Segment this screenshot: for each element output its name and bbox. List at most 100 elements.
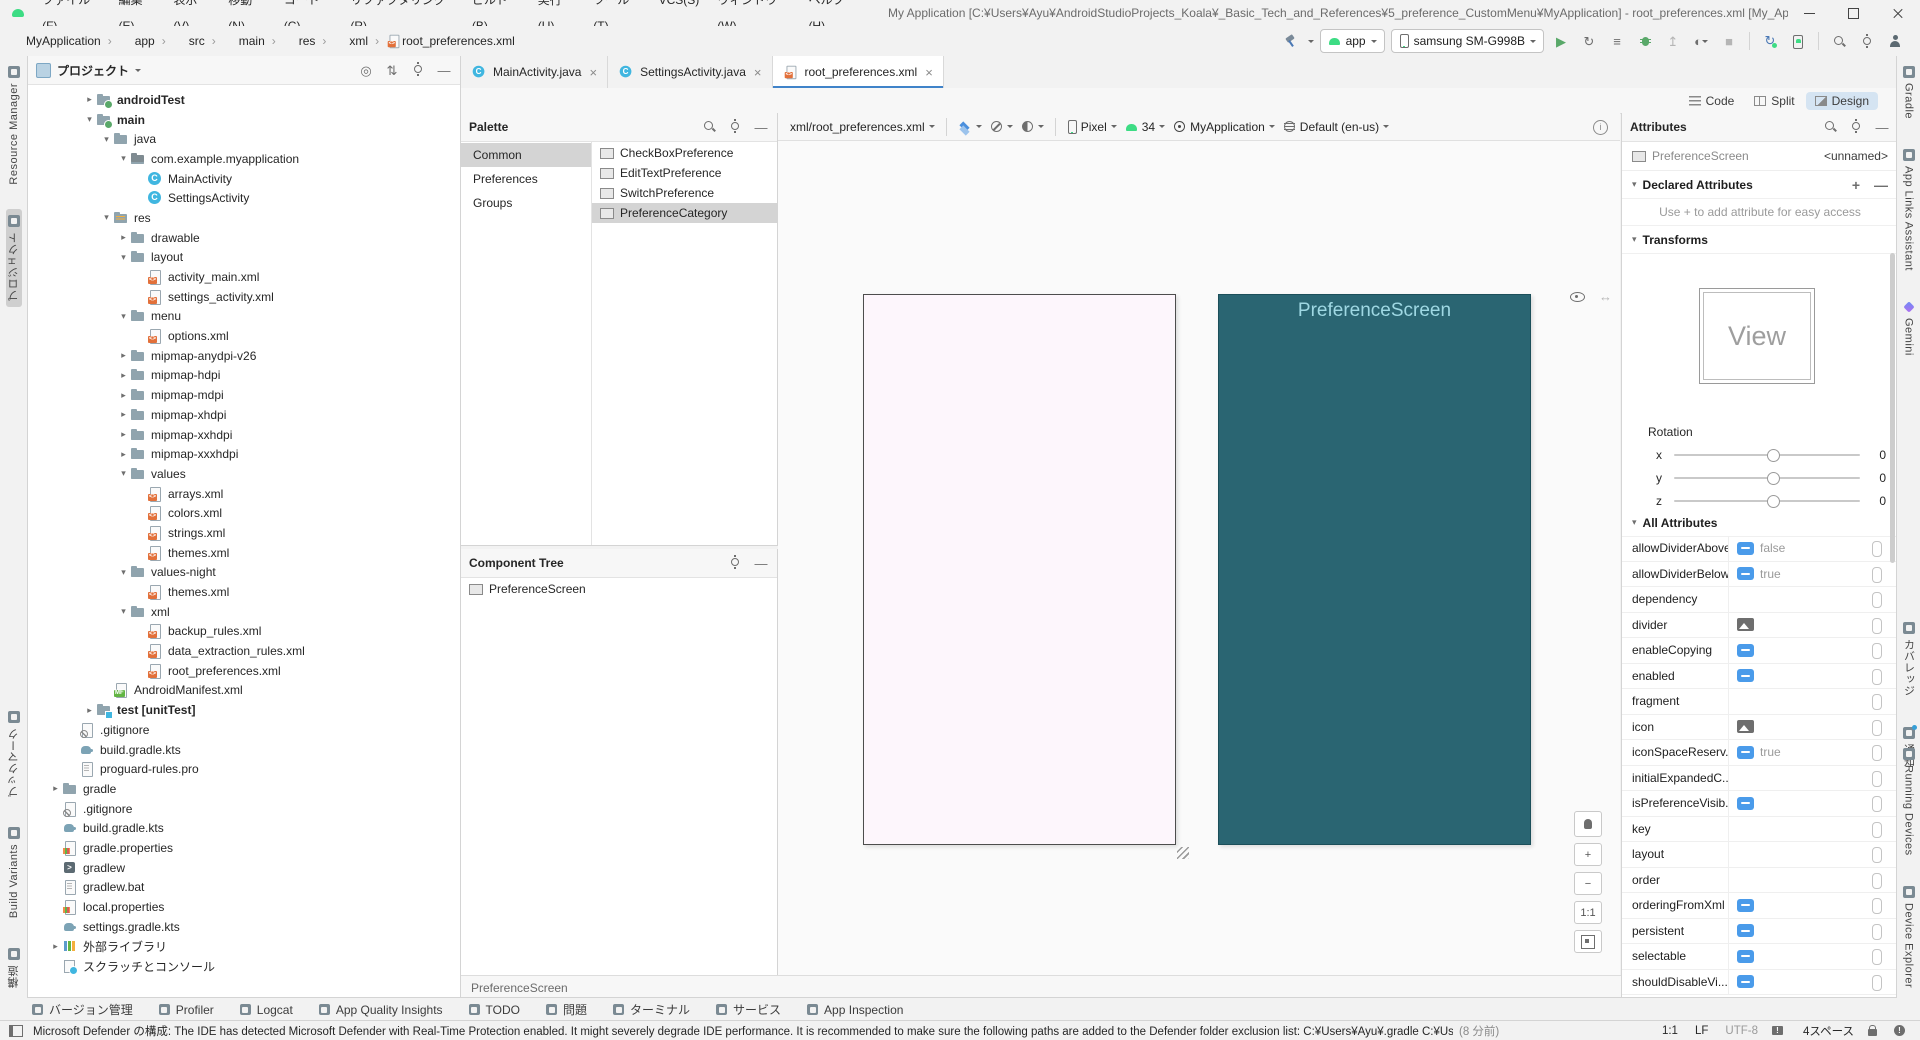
tree-row[interactable]: main bbox=[28, 110, 460, 130]
maximize-icon[interactable] bbox=[1832, 0, 1876, 26]
tool-window-button[interactable]: Gradle bbox=[1902, 60, 1915, 125]
tree-chevron-icon[interactable] bbox=[117, 468, 130, 479]
status-widget[interactable] bbox=[1771, 1026, 1786, 1035]
attribute-row[interactable]: enableCopying bbox=[1622, 638, 1898, 664]
attribute-row[interactable]: divider bbox=[1622, 612, 1898, 638]
tree-row[interactable]: proguard-rules.pro bbox=[28, 759, 460, 779]
tree-chevron-icon[interactable] bbox=[83, 94, 96, 105]
mode-button[interactable]: Split bbox=[1745, 92, 1803, 110]
tree-row[interactable]: themes.xml bbox=[28, 582, 460, 602]
tree-chevron-icon[interactable] bbox=[117, 370, 130, 381]
tools-attribute-pill[interactable] bbox=[1872, 923, 1882, 940]
tree-row[interactable]: values-night bbox=[28, 563, 460, 583]
design-surface-select[interactable] bbox=[958, 121, 982, 133]
profile-avatar-icon[interactable] bbox=[1884, 30, 1906, 52]
tool-window-button[interactable]: サービス bbox=[716, 1001, 781, 1018]
tools-attribute-pill[interactable] bbox=[1872, 770, 1882, 787]
attribute-row[interactable]: order bbox=[1622, 867, 1898, 893]
tree-chevron-icon[interactable] bbox=[83, 114, 96, 125]
zoom-out-button[interactable]: − bbox=[1574, 872, 1602, 895]
tree-chevron-icon[interactable] bbox=[117, 567, 130, 578]
selected-component-label[interactable]: PreferenceScreen bbox=[471, 981, 568, 995]
attribute-value-widget[interactable] bbox=[1737, 745, 1754, 759]
tree-row[interactable]: gradle bbox=[28, 779, 460, 799]
profiler-icon[interactable]: ◐ bbox=[1690, 30, 1712, 52]
hide-panel-icon[interactable]: — bbox=[753, 121, 769, 134]
close-tab-icon[interactable] bbox=[925, 65, 933, 80]
tool-window-button[interactable]: カバレッジ bbox=[1901, 616, 1917, 703]
rotation-slider[interactable] bbox=[1674, 494, 1860, 508]
remove-attribute-button[interactable]: — bbox=[1874, 177, 1888, 193]
attribute-value-widget[interactable] bbox=[1737, 669, 1754, 683]
attribute-row[interactable]: fragment bbox=[1622, 689, 1898, 715]
minimize-icon[interactable] bbox=[1788, 0, 1832, 26]
attributes-settings-gear-icon[interactable] bbox=[1848, 118, 1864, 136]
slider-thumb[interactable] bbox=[1767, 448, 1780, 462]
tool-window-button[interactable]: Profiler bbox=[158, 1003, 214, 1017]
tree-row[interactable]: gradlew bbox=[28, 858, 460, 878]
editor-tab[interactable]: SettingsActivity.java bbox=[608, 56, 773, 88]
pan-hand-button[interactable] bbox=[1574, 811, 1602, 837]
tool-window-button[interactable]: Gemini bbox=[1903, 295, 1915, 362]
search-icon[interactable] bbox=[1828, 30, 1850, 52]
theme-select[interactable]: MyApplication bbox=[1173, 120, 1275, 134]
tools-attribute-pill[interactable] bbox=[1872, 847, 1882, 863]
slider-thumb[interactable] bbox=[1767, 471, 1780, 485]
attribute-value-widget[interactable] bbox=[1737, 924, 1754, 938]
tool-window-button[interactable]: App Quality Insights bbox=[318, 1003, 443, 1017]
attribute-value-widget[interactable] bbox=[1737, 822, 1754, 835]
palette-item[interactable]: EditTextPreference bbox=[592, 163, 777, 183]
attribute-value-widget[interactable] bbox=[1737, 771, 1754, 784]
rotation-slider[interactable] bbox=[1674, 471, 1860, 485]
device-for-preview-select[interactable]: Pixel bbox=[1067, 119, 1117, 134]
tools-attribute-pill[interactable] bbox=[1872, 974, 1882, 991]
status-widget[interactable]: 1:1 bbox=[1659, 1025, 1678, 1037]
tools-attribute-pill[interactable] bbox=[1872, 872, 1882, 889]
close-tab-icon[interactable] bbox=[589, 65, 597, 80]
attribute-row[interactable]: shouldDisableVi... bbox=[1622, 969, 1898, 995]
palette-category[interactable]: Preferences bbox=[461, 167, 591, 191]
palette-item[interactable]: CheckBoxPreference bbox=[592, 143, 777, 163]
tools-attribute-pill[interactable] bbox=[1872, 694, 1882, 710]
tree-chevron-icon[interactable] bbox=[49, 941, 62, 952]
palette-item[interactable]: PreferenceCategory bbox=[592, 203, 777, 223]
frame-resize-handle[interactable] bbox=[1177, 847, 1189, 859]
panel-settings-gear-icon[interactable] bbox=[727, 554, 743, 572]
component-tree-row[interactable]: PreferenceScreen bbox=[461, 578, 777, 600]
tree-row[interactable]: backup_rules.xml bbox=[28, 622, 460, 642]
hide-panel-icon[interactable]: — bbox=[753, 557, 769, 570]
tree-row[interactable]: drawable bbox=[28, 228, 460, 248]
view-options-eye-icon[interactable] bbox=[1570, 290, 1585, 302]
hide-panel-icon[interactable]: — bbox=[1874, 121, 1890, 134]
tool-window-button[interactable]: Build Variants bbox=[7, 821, 20, 924]
run-config-select[interactable]: app bbox=[1319, 29, 1385, 53]
tree-row[interactable]: gradlew.bat bbox=[28, 878, 460, 898]
tree-row[interactable]: mipmap-mdpi bbox=[28, 385, 460, 405]
tree-row[interactable]: java bbox=[28, 129, 460, 149]
blueprint-root-label[interactable]: PreferenceScreen bbox=[1219, 300, 1530, 322]
status-widget[interactable] bbox=[1894, 1025, 1908, 1036]
blueprint-preview-frame[interactable]: PreferenceScreen bbox=[1218, 294, 1531, 845]
tree-row[interactable]: mipmap-xxhdpi bbox=[28, 425, 460, 445]
attribute-row[interactable]: layout bbox=[1622, 842, 1898, 868]
status-message[interactable]: Microsoft Defender の構成: The IDE has dete… bbox=[33, 1023, 1453, 1039]
attribute-value-widget[interactable] bbox=[1737, 567, 1754, 581]
tool-window-button[interactable]: Device Explorer bbox=[1902, 880, 1915, 994]
tool-window-button[interactable]: Running Devices bbox=[1902, 742, 1915, 862]
tools-attribute-pill[interactable] bbox=[1872, 898, 1882, 914]
close-icon[interactable] bbox=[1876, 0, 1920, 26]
tools-attribute-pill[interactable] bbox=[1872, 719, 1882, 736]
zoom-to-100-button[interactable]: 1:1 bbox=[1574, 901, 1602, 924]
rerun-icon[interactable]: ↻ bbox=[1578, 30, 1600, 52]
tree-row[interactable]: values bbox=[28, 464, 460, 484]
tree-chevron-icon[interactable] bbox=[117, 429, 130, 440]
breadcrumb-item[interactable]: app bbox=[119, 33, 173, 49]
palette-settings-gear-icon[interactable] bbox=[727, 118, 743, 136]
tree-row[interactable]: mipmap-xxxhdpi bbox=[28, 444, 460, 464]
close-tab-icon[interactable] bbox=[754, 65, 762, 80]
tree-row[interactable]: root_preferences.xml bbox=[28, 661, 460, 681]
tree-row[interactable]: layout bbox=[28, 248, 460, 268]
tool-window-stripe-toggle-icon[interactable] bbox=[9, 1024, 23, 1037]
tree-row[interactable]: local.properties bbox=[28, 897, 460, 917]
tree-row[interactable]: colors.xml bbox=[28, 503, 460, 523]
